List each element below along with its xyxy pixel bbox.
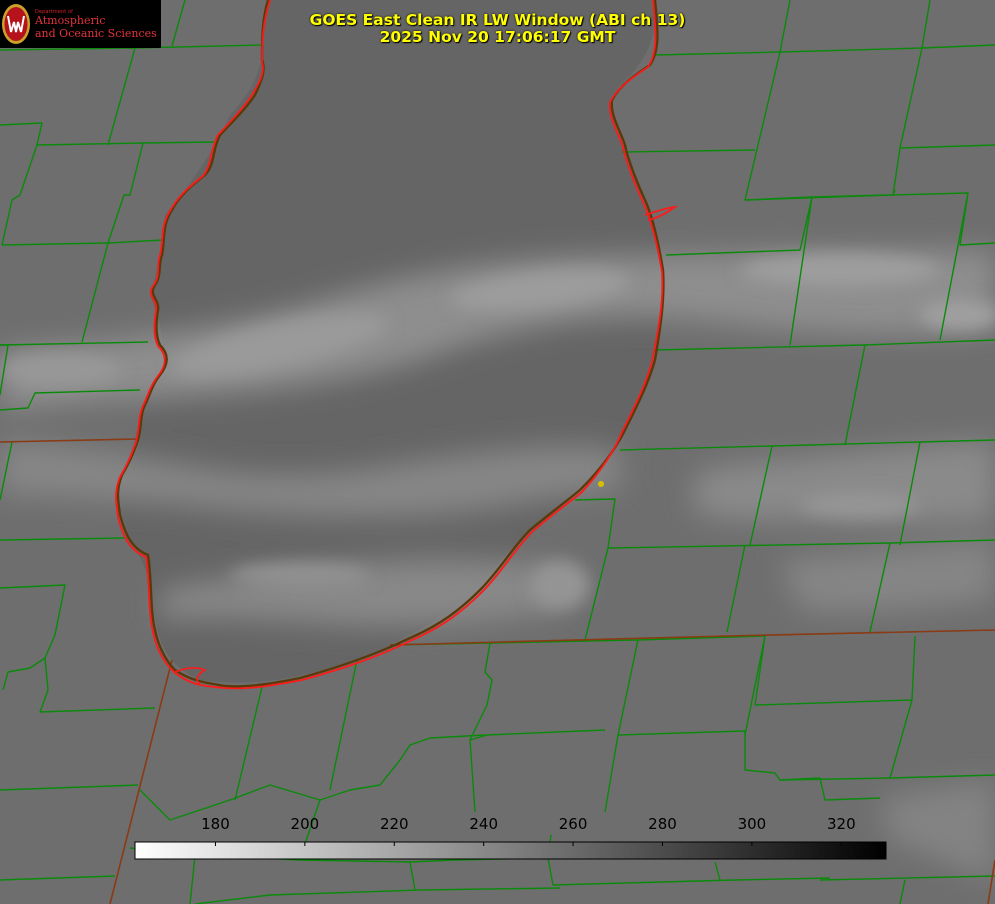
- title-timestamp: 2025 Nov 20 17:06:17 GMT: [379, 28, 616, 46]
- colorbar-tick-label: 320: [826, 815, 856, 833]
- colorbar-tick-label: 200: [290, 815, 320, 833]
- location-marker: [598, 481, 604, 487]
- colorbar-tick-label: 240: [469, 815, 498, 833]
- title-line1: GOES East Clean IR LW Window (ABI ch 13): [309, 11, 686, 29]
- colorbar-tick-label: 300: [737, 815, 767, 833]
- colorbar-tick-label: 280: [648, 815, 677, 833]
- satellite-map: [0, 0, 995, 904]
- colorbar-tick-label: 220: [379, 815, 409, 833]
- colorbar-tick-label: 180: [201, 815, 230, 833]
- colorbar-tick-label: 260: [558, 815, 588, 833]
- satellite-image: 180 200 220 240 260 280 300 320 Department of A…: [0, 0, 995, 904]
- image-title: GOES East Clean IR LW Window (ABI ch 13)…: [0, 12, 995, 46]
- colorbar: [134, 841, 887, 860]
